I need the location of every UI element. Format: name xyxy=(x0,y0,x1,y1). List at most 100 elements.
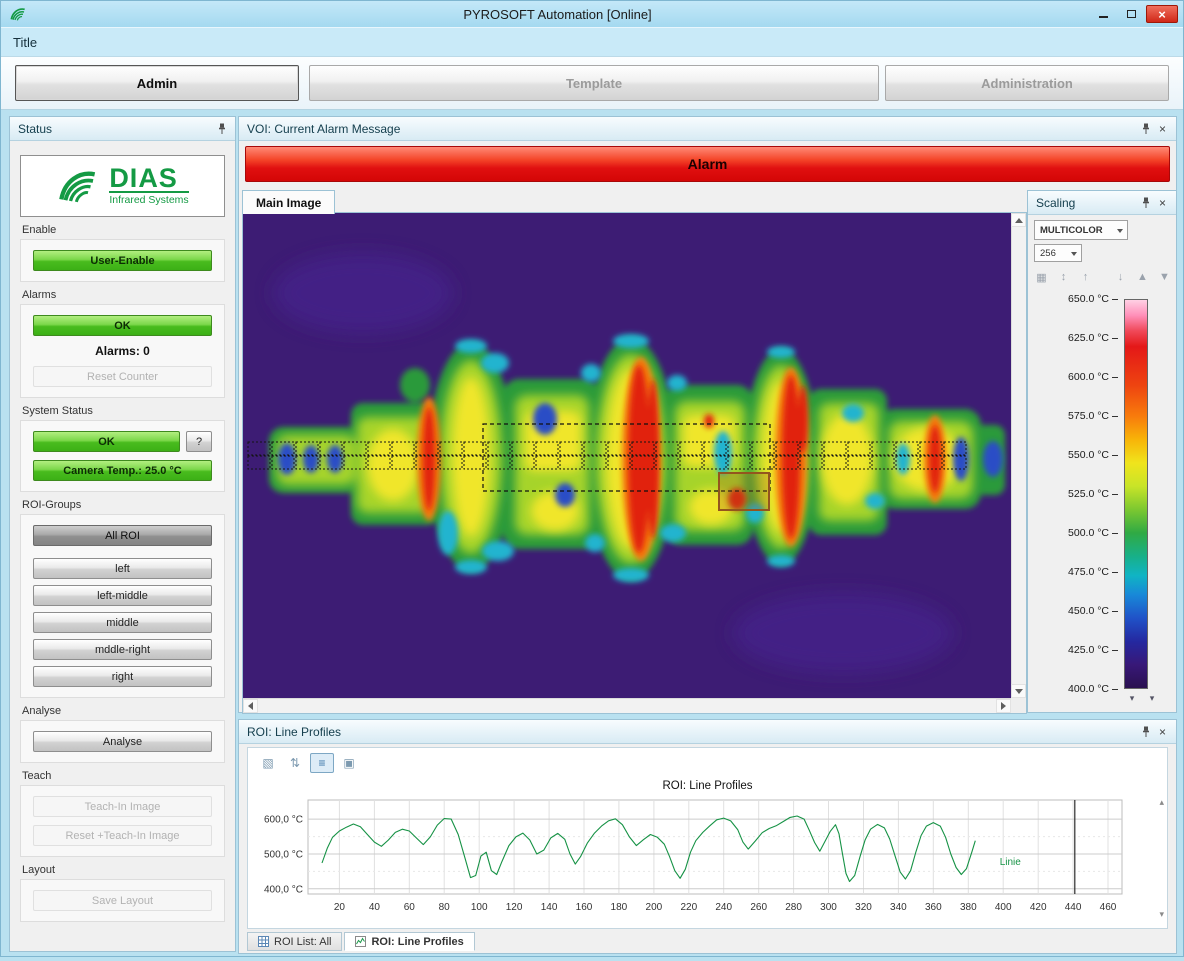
title-label: Title xyxy=(13,35,37,50)
svg-text:600,0 °C: 600,0 °C xyxy=(264,815,303,826)
roi-selected[interactable] xyxy=(719,473,769,510)
enable-group-label: Enable xyxy=(22,224,223,236)
roi-strip[interactable] xyxy=(248,442,966,469)
color-scale-tick: 600.0 °C xyxy=(1068,370,1118,384)
scroll-down-icon[interactable] xyxy=(1011,684,1026,698)
list-view-icon[interactable]: ≡ xyxy=(310,753,334,773)
roi-group-middle[interactable]: middle xyxy=(33,612,212,633)
chart-scroll-down-icon[interactable]: ▾ xyxy=(1159,910,1164,919)
alarm-banner[interactable]: Alarm xyxy=(245,146,1170,182)
svg-text:160: 160 xyxy=(576,902,593,913)
alarms-ok-button[interactable]: OK xyxy=(33,315,212,336)
roi-overlay xyxy=(243,213,1011,698)
app-window: PYROSOFT Automation [Online] × Title Adm… xyxy=(0,0,1184,957)
export-image-icon[interactable]: ▧ xyxy=(256,753,280,773)
system-ok-button[interactable]: OK xyxy=(33,431,180,452)
palette-grid-icon[interactable]: ▦ xyxy=(1033,269,1050,285)
chart-scroll-up-icon[interactable]: ▴ xyxy=(1159,798,1164,807)
svg-text:400: 400 xyxy=(995,902,1012,913)
profiles-toolbar: ▧⇅≡▣ xyxy=(256,753,361,773)
roi-group-buttons: All ROI left left-middle middle mddle-right r… xyxy=(20,514,225,698)
reset-teach-in-image-button[interactable]: Reset +Teach-In Image xyxy=(33,825,212,846)
close-icon[interactable]: × xyxy=(1154,723,1171,740)
status-panel-header: Status xyxy=(10,117,235,141)
color-scale-bar[interactable] xyxy=(1124,299,1148,689)
svg-text:80: 80 xyxy=(439,902,451,913)
min-set-icon[interactable]: ▼ xyxy=(1156,269,1173,285)
scroll-up-icon[interactable] xyxy=(1011,213,1026,227)
tab-line-profiles[interactable]: ROI: Line Profiles xyxy=(344,932,474,951)
profile-chart-box: ▧⇅≡▣ ROI: Line Profiles 2040608010012014… xyxy=(247,747,1168,929)
tab-roi-list[interactable]: ROI List: All xyxy=(247,932,342,951)
levels-select-value: 256 xyxy=(1040,248,1056,259)
scrollbar-corner xyxy=(1011,698,1026,713)
roi-group-left[interactable]: left xyxy=(33,558,212,579)
user-enable-button[interactable]: User-Enable xyxy=(33,250,212,271)
window-title: PYROSOFT Automation [Online] xyxy=(27,7,1088,22)
image-horizontal-scrollbar[interactable] xyxy=(243,698,1011,713)
color-scale-tick: 475.0 °C xyxy=(1068,565,1118,579)
title-bar: PYROSOFT Automation [Online] × xyxy=(1,1,1183,27)
help-button[interactable]: ? xyxy=(186,431,212,452)
color-scale-tick: 625.0 °C xyxy=(1068,331,1118,345)
reset-counter-button[interactable]: Reset Counter xyxy=(33,366,212,387)
svg-text:340: 340 xyxy=(890,902,907,913)
analyse-group: Analyse Analyse xyxy=(20,705,225,763)
close-button[interactable]: × xyxy=(1146,5,1178,23)
pin-icon[interactable] xyxy=(1137,723,1154,740)
levels-select[interactable]: 256 xyxy=(1034,244,1082,262)
save-layout-button[interactable]: Save Layout xyxy=(33,890,212,911)
image-vertical-scrollbar[interactable] xyxy=(1011,213,1026,698)
analyse-button[interactable]: Analyse xyxy=(33,731,212,752)
roi-group-left-middle[interactable]: left-middle xyxy=(33,585,212,606)
pin-icon[interactable] xyxy=(1137,194,1154,211)
analyse-group-label: Analyse xyxy=(22,705,223,717)
roi-group-mddle-right[interactable]: mddle-right xyxy=(33,639,212,660)
color-scale-tick: 550.0 °C xyxy=(1068,448,1118,462)
svg-text:420: 420 xyxy=(1030,902,1047,913)
close-icon[interactable]: × xyxy=(1154,120,1171,137)
palette-select[interactable]: MULTICOLOR xyxy=(1034,220,1128,240)
max-set-icon[interactable]: ▲ xyxy=(1134,269,1151,285)
scale-min-spinner-icon[interactable]: ▾ xyxy=(1124,692,1140,705)
teach-in-image-button[interactable]: Teach-In Image xyxy=(33,796,212,817)
teach-group-label: Teach xyxy=(22,770,223,782)
close-icon[interactable]: × xyxy=(1154,194,1171,211)
tab-administration[interactable]: Administration xyxy=(885,65,1169,101)
scale-max-spinner-icon[interactable]: ▾ xyxy=(1144,692,1160,705)
shift-up-icon[interactable]: ↑ xyxy=(1077,269,1094,285)
sort-icon[interactable]: ⇅ xyxy=(283,753,307,773)
system-status-group: System Status OK ? Camera Temp.: 25.0 °C xyxy=(20,405,225,492)
line-profile-chart[interactable]: 2040608010012014016018020022024026028030… xyxy=(250,796,1165,926)
svg-text:220: 220 xyxy=(680,902,697,913)
scroll-left-icon[interactable] xyxy=(243,699,258,713)
roi-group-all-roi[interactable]: All ROI xyxy=(33,525,212,546)
svg-text:280: 280 xyxy=(785,902,802,913)
main-area: Status DIAS Infrared Systems Enable User… xyxy=(1,110,1183,961)
camera-temp-button[interactable]: Camera Temp.: 25.0 °C xyxy=(33,460,212,481)
pin-icon[interactable] xyxy=(213,120,230,137)
maximize-button[interactable] xyxy=(1118,5,1144,23)
tab-admin[interactable]: Admin xyxy=(15,65,299,101)
scroll-right-icon[interactable] xyxy=(996,699,1011,713)
svg-text:240: 240 xyxy=(715,902,732,913)
tab-main-image[interactable]: Main Image xyxy=(242,190,335,214)
copy-icon[interactable]: ▣ xyxy=(337,753,361,773)
pin-icon[interactable] xyxy=(1137,120,1154,137)
svg-text:100: 100 xyxy=(471,902,488,913)
enable-group: Enable User-Enable xyxy=(20,224,225,282)
alarms-group-label: Alarms xyxy=(22,289,223,301)
svg-text:460: 460 xyxy=(1100,902,1117,913)
tab-template[interactable]: Template xyxy=(309,65,879,101)
roi-group-right[interactable]: right xyxy=(33,666,212,687)
svg-text:440: 440 xyxy=(1065,902,1082,913)
palette-select-value: MULTICOLOR xyxy=(1040,225,1103,236)
status-panel-title: Status xyxy=(18,122,213,136)
layout-group: Layout Save Layout xyxy=(20,864,225,922)
fit-range-icon[interactable]: ↕ xyxy=(1055,269,1072,285)
minimize-button[interactable] xyxy=(1090,5,1116,23)
color-scale-tick: 400.0 °C xyxy=(1068,682,1118,696)
profiles-tabs: ROI List: All ROI: Line Profiles xyxy=(247,932,475,951)
thermal-image-view[interactable] xyxy=(243,213,1011,698)
shift-down-icon[interactable]: ↓ xyxy=(1112,269,1129,285)
